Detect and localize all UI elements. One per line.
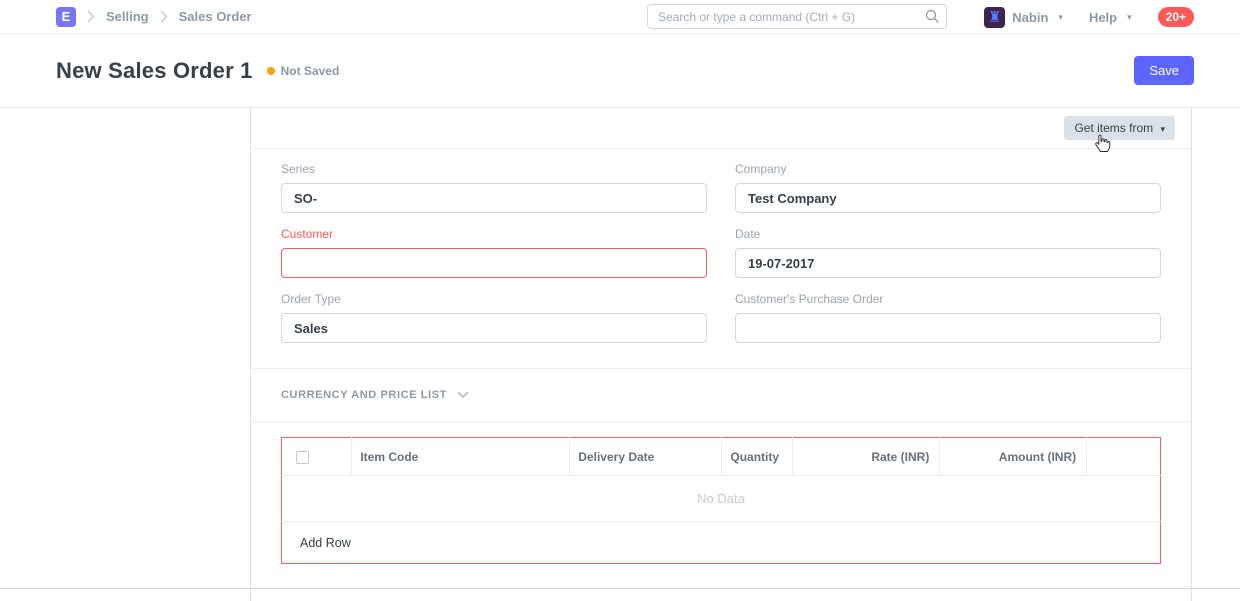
chevron-right-icon xyxy=(87,10,95,23)
order-type-label: Order Type xyxy=(281,292,707,306)
section-title: CURRENCY AND PRICE LIST xyxy=(281,389,447,401)
help-menu[interactable]: Help ▾ xyxy=(1089,10,1132,25)
select-all-checkbox[interactable] xyxy=(296,451,309,464)
section-divider xyxy=(0,588,1240,589)
user-menu[interactable]: ♜ Nabin ▾ xyxy=(984,7,1063,28)
get-items-from-button[interactable]: Get items from ▾ xyxy=(1064,116,1175,140)
breadcrumb-selling[interactable]: Selling xyxy=(106,9,149,24)
search-icon xyxy=(925,9,939,28)
navbar: E Selling Sales Order ♜ Nabin ▾ Help ▾ xyxy=(0,0,1240,34)
col-amount: Amount (INR) xyxy=(940,438,1087,476)
status-indicator: Not Saved xyxy=(267,64,340,78)
series-field: Series xyxy=(281,162,707,213)
order-type-field: Order Type xyxy=(281,292,707,343)
page-head: New Sales Order 1 Not Saved Save xyxy=(0,34,1240,108)
navbar-right: ♜ Nabin ▾ Help ▾ 20+ xyxy=(984,0,1194,34)
no-data-row: No Data xyxy=(282,476,1161,522)
chevron-down-icon xyxy=(457,386,469,404)
notifications-badge[interactable]: 20+ xyxy=(1158,7,1194,27)
order-type-input[interactable] xyxy=(281,313,707,343)
items-table-section: Item Code Delivery Date Quantity Rate (I… xyxy=(251,422,1191,585)
section-currency-price-list[interactable]: CURRENCY AND PRICE LIST xyxy=(251,369,1191,422)
col-item-code: Item Code xyxy=(352,438,570,476)
date-label: Date xyxy=(735,227,1161,241)
col-rate: Rate (INR) xyxy=(792,438,940,476)
chevron-right-icon xyxy=(160,10,168,23)
status-text: Not Saved xyxy=(281,64,340,78)
series-input[interactable] xyxy=(281,183,707,213)
col-actions xyxy=(1087,438,1161,476)
get-items-from-label: Get items from xyxy=(1074,121,1153,135)
customer-po-field: Customer's Purchase Order xyxy=(735,292,1161,343)
company-label: Company xyxy=(735,162,1161,176)
date-input[interactable] xyxy=(735,248,1161,278)
orange-dot-icon xyxy=(267,67,275,75)
add-row-button[interactable]: Add Row xyxy=(282,522,1161,564)
series-label: Series xyxy=(281,162,707,176)
app-logo[interactable]: E xyxy=(56,7,76,27)
items-table: Item Code Delivery Date Quantity Rate (I… xyxy=(281,437,1161,564)
help-label: Help xyxy=(1089,10,1117,25)
col-quantity: Quantity xyxy=(722,438,792,476)
sales-order-page: E Selling Sales Order ♜ Nabin ▾ Help ▾ xyxy=(0,0,1240,601)
customer-field: Customer xyxy=(281,227,707,278)
form-layout: Get items from ▾ Series Company Customer… xyxy=(250,108,1192,601)
customer-po-input[interactable] xyxy=(735,313,1161,343)
company-input[interactable] xyxy=(735,183,1161,213)
col-delivery-date: Delivery Date xyxy=(570,438,722,476)
add-row-row: Add Row xyxy=(282,522,1161,564)
customer-label: Customer xyxy=(281,227,707,241)
customer-po-label: Customer's Purchase Order xyxy=(735,292,1161,306)
chevron-down-icon: ▾ xyxy=(1160,124,1165,134)
items-table-header-row: Item Code Delivery Date Quantity Rate (I… xyxy=(282,438,1161,476)
breadcrumb-sales-order[interactable]: Sales Order xyxy=(179,9,252,24)
date-field: Date xyxy=(735,227,1161,278)
search-input[interactable] xyxy=(647,4,947,29)
form-toolbar: Get items from ▾ xyxy=(251,108,1191,149)
user-name: Nabin xyxy=(1012,10,1048,25)
user-avatar: ♜ xyxy=(984,7,1005,28)
chevron-down-icon: ▾ xyxy=(1127,12,1132,23)
company-field: Company xyxy=(735,162,1161,213)
global-search xyxy=(647,4,947,29)
save-button[interactable]: Save xyxy=(1134,56,1194,85)
page-title: New Sales Order 1 xyxy=(56,58,253,84)
form-fields-section: Series Company Customer Date Order Type … xyxy=(251,149,1191,369)
chevron-down-icon: ▾ xyxy=(1058,12,1063,23)
no-data-text: No Data xyxy=(282,476,1161,522)
customer-input[interactable] xyxy=(281,248,707,278)
